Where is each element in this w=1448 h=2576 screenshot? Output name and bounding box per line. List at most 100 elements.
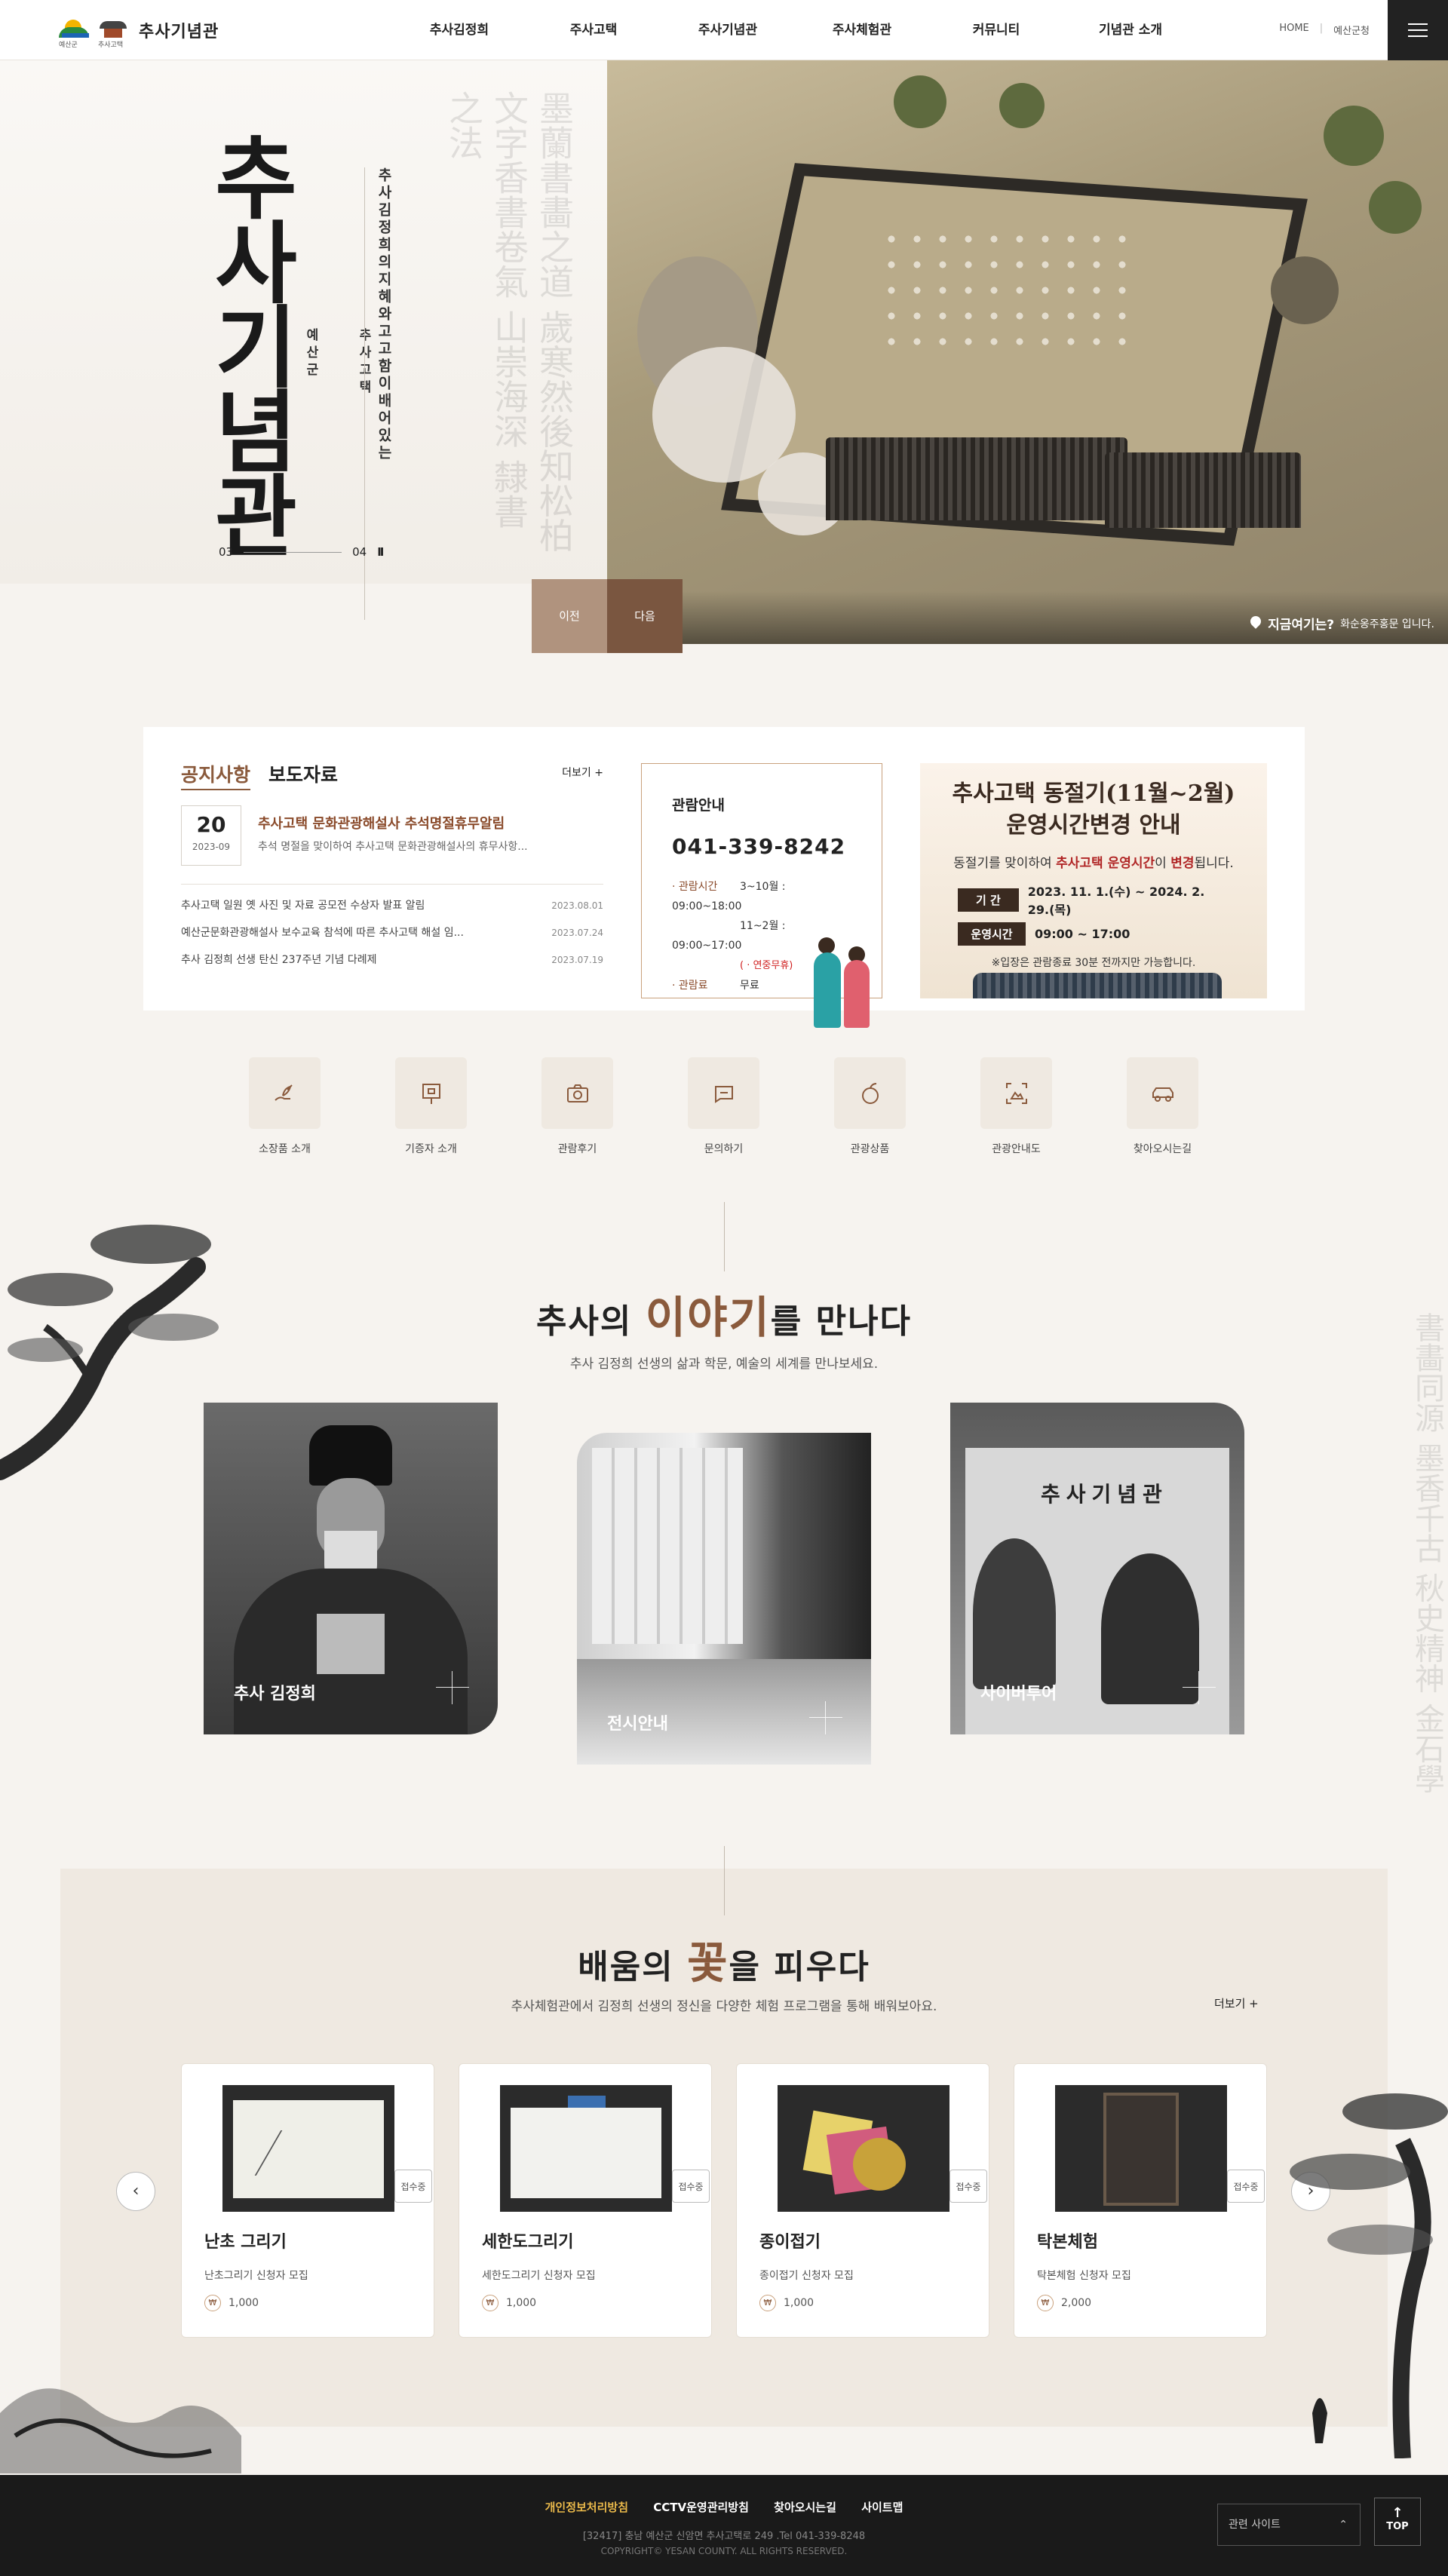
guide-phone[interactable]: 041-339-8242 (672, 834, 851, 859)
list-item[interactable]: 예산군문화관광해설사 보수교육 참석에 따른 추사고택 해설 임... 2023… (181, 919, 603, 946)
featured-title: 추사고택 문화관광해설사 추석명절휴무알림 (258, 816, 505, 832)
banner-roof-image (973, 973, 1222, 998)
hero-section: 墨蘭書畵之道 歲寒然後知松柏 文字香書卷氣 山崇海深 隸書之法 추사기념관 예산… (0, 60, 1448, 664)
program-desc: 난초그리기 신청자 모집 (204, 2270, 308, 2282)
card-label: 전시안내 (607, 1715, 668, 1734)
nav-item-about[interactable]: 기념관 소개 (1063, 0, 1198, 60)
menu-hamburger-icon[interactable] (1388, 0, 1448, 60)
quick-item-tour-map[interactable]: 관광안내도 (980, 1057, 1052, 1156)
origami-paper-image (778, 2085, 949, 2212)
quick-item-souvenirs[interactable]: 관광상품 (834, 1057, 906, 1156)
notice-date: 2023.08.01 (551, 900, 603, 911)
tab-notice[interactable]: 공지사항 (181, 760, 251, 790)
list-item[interactable]: 추사 김정희 선생 탄신 237주년 기념 다례제 2023.07.19 (181, 946, 603, 974)
hero-sub-county: 예산군 (303, 328, 318, 380)
program-card[interactable]: 접수중 종이접기 종이접기 신청자 모집 ₩1,000 (736, 2063, 989, 2338)
quick-item-donors[interactable]: 기증자 소개 (395, 1057, 467, 1156)
footer-copyright: COPYRIGHT© YESAN COUNTY. ALL RIGHTS RESE… (600, 2546, 848, 2556)
slide-total: 04 (352, 545, 367, 559)
program-card[interactable]: 접수중 난초 그리기 난초그리기 신청자 모집 ₩1,000 (181, 2063, 434, 2338)
calligraphy-right-image: 書畵同源 墨香千古 秋史精神 金石學 (1410, 1312, 1444, 1794)
program-price: ₩2,000 (1037, 2295, 1091, 2311)
status-badge: 접수중 (672, 2170, 710, 2203)
banner-line1: 추사고택 동절기(11월~2월) (952, 780, 1235, 807)
quick-item-directions[interactable]: 찾아오시는길 (1127, 1057, 1198, 1156)
carousel-prev-button[interactable]: ‹ (116, 2172, 155, 2211)
top-label: TOP (1386, 2521, 1409, 2532)
notice-board: 공지사항 보도자료 더보기 + 20 2023-09 추사고택 문화관광해설사 … (181, 760, 603, 974)
winter-hours-banner[interactable]: 추사고택 동절기(11월~2월) 운영시간변경 안내 동절기를 맞이하여 추사고… (920, 763, 1267, 998)
notice-more-link[interactable]: 더보기 + (562, 765, 603, 780)
story-card-cyber-tour[interactable]: 추사기념관 사이버투어 (950, 1403, 1244, 1734)
quick-label: 소장품 소개 (259, 1143, 311, 1155)
location-strong: 지금여기는? (1268, 618, 1335, 633)
location-caption: 지금여기는? 화순옹주홍문 입니다. (1250, 614, 1434, 633)
logo-title: 추사기념관 (139, 22, 219, 41)
slide-next-button[interactable]: 다음 (607, 579, 683, 653)
nav-item-community[interactable]: 커뮤니티 (929, 0, 1063, 60)
camera-icon (566, 1084, 588, 1102)
utility-links: HOME | 예산군청 (1279, 23, 1370, 37)
status-badge: 접수중 (949, 2170, 987, 2203)
sehando-painting-image (500, 2085, 672, 2212)
notice-list: 추사고택 일원 옛 사진 및 자료 공모전 수상자 발표 알림 2023.08.… (181, 884, 603, 974)
hero-text-panel: 墨蘭書畵之道 歲寒然後知松柏 文字香書卷氣 山崇海深 隸書之法 (0, 60, 607, 584)
program-card[interactable]: 접수중 탁본체험 탁본체험 신청자 모집 ₩2,000 (1014, 2063, 1267, 2338)
section-divider (724, 1846, 725, 1915)
notice-date: 2023.07.24 (551, 928, 603, 938)
program-card[interactable]: 접수중 세한도그리기 세한도그리기 신청자 모집 ₩1,000 (459, 2063, 712, 2338)
program-desc: 종이접기 신청자 모집 (759, 2270, 854, 2282)
program-name: 세한도그리기 (482, 2233, 574, 2252)
quick-label: 찾아오시는길 (1133, 1143, 1192, 1155)
nav-item-chusa-museum[interactable]: 주사기념관 (661, 0, 795, 60)
program-desc: 세한도그리기 신청자 모집 (482, 2270, 596, 2282)
coin-icon: ₩ (1037, 2295, 1054, 2311)
notice-title: 예산군문화관광해설사 보수교육 참석에 따른 추사고택 해설 임... (181, 927, 464, 939)
status-badge: 접수중 (1227, 2170, 1265, 2203)
quick-item-collection[interactable]: 소장품 소개 (249, 1057, 321, 1156)
cctv-policy-link[interactable]: CCTV운영관리방침 (653, 2501, 749, 2514)
fee-label: · 관람료 (672, 980, 708, 992)
home-link[interactable]: HOME (1279, 23, 1308, 37)
scroll-top-button[interactable]: ↑ TOP (1374, 2498, 1421, 2546)
privacy-policy-link[interactable]: 개인정보처리방침 (545, 2501, 628, 2514)
related-sites-select[interactable]: 관련 사이트 ⌃ (1217, 2504, 1361, 2546)
list-item[interactable]: 추사고택 일원 옛 사진 및 자료 공모전 수상자 발표 알림 2023.08.… (181, 892, 603, 919)
plus-icon (1183, 1671, 1216, 1704)
slide-progress (244, 551, 342, 553)
quick-label: 관광안내도 (992, 1143, 1041, 1155)
slide-pager: 03 04 II (219, 545, 384, 559)
story-title: 추사의 이야기를 만나다 (535, 1292, 913, 1343)
related-sites-label: 관련 사이트 (1229, 2519, 1281, 2531)
nav-item-chusa-kim[interactable]: 추사김정희 (392, 0, 526, 60)
story-card-kim[interactable]: 추사 김정희 (204, 1403, 498, 1734)
nav-item-experience[interactable]: 주사체험관 (795, 0, 929, 60)
learn-more-link[interactable]: 더보기 + (1214, 1995, 1259, 2011)
featured-day: 20 (196, 812, 226, 837)
yesan-logo-icon: 예산군 (59, 17, 92, 49)
site-logo[interactable]: 예산군 추사고택 추사기념관 (59, 17, 219, 49)
slide-prev-button[interactable]: 이전 (532, 579, 607, 653)
pine-tree-ink-right-image (1290, 2093, 1448, 2458)
tab-press[interactable]: 보도자료 (268, 760, 338, 787)
site-footer: 개인정보처리방침 CCTV운영관리방침 찾아오시는길 사이트맵 [32417] … (0, 2475, 1448, 2576)
sitemap-link[interactable]: 사이트맵 (861, 2501, 903, 2514)
calligraphy-background-image: 墨蘭書畵之道 歲寒然後知松柏 文字香書卷氣 山崇海深 隸書之法 (443, 90, 575, 553)
guide-heading: 관람안내 (672, 797, 725, 814)
featured-notice[interactable]: 20 2023-09 추사고택 문화관광해설사 추석명절휴무알림 추석 명절을 … (181, 805, 603, 866)
fruit-icon (861, 1082, 879, 1104)
quick-item-reviews[interactable]: 관람후기 (541, 1057, 613, 1156)
story-card-exhibition[interactable]: 전시안내 (577, 1433, 871, 1765)
quick-label: 관람후기 (557, 1143, 597, 1155)
hero-slide-controls: 이전 다음 (532, 579, 683, 653)
pause-icon[interactable]: II (377, 545, 384, 559)
site-header: 예산군 추사고택 추사기념관 추사김정희 주사고택 주사기념관 주사체험관 커뮤… (0, 0, 1448, 60)
quick-item-inquiry[interactable]: 문의하기 (688, 1057, 759, 1156)
directions-link[interactable]: 찾아오시는길 (774, 2501, 836, 2514)
car-icon (1152, 1087, 1173, 1102)
county-office-link[interactable]: 예산군청 (1333, 23, 1370, 37)
visitors-illustration (806, 930, 889, 1028)
slide-current: 03 (219, 545, 234, 559)
nav-item-chusa-house[interactable]: 주사고택 (526, 0, 661, 60)
arrow-up-icon: ↑ (1391, 2505, 1404, 2521)
